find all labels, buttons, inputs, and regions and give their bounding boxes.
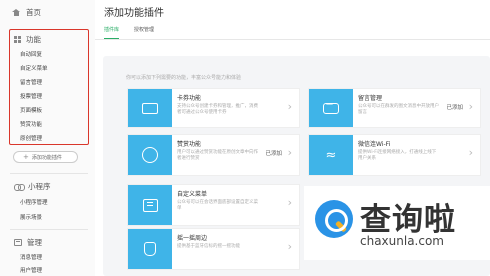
plugin-card-shake[interactable]: 摇一摇周边 提供基于蓝牙信标的摇一摇功能 › <box>127 228 300 270</box>
plugin-card-custom-menu[interactable]: 自定义菜单 公众号可以在会话界面底部设置自定义菜单 › <box>127 184 300 226</box>
sidebar-item-home[interactable]: 首页 <box>12 7 41 18</box>
sidebar-group-features[interactable]: 功能 <box>14 34 41 45</box>
plugin-card-comments[interactable]: 留言管理 公众号可以在群发的图文消息中开放用户留言 已添加 › <box>308 88 481 128</box>
sidebar-group-manage[interactable]: 管理 <box>14 237 42 248</box>
plugin-card-coupons[interactable]: 卡券功能 支持公众号创建卡券和管理，推广，消费者可通过公众号使用卡券 › <box>127 88 300 128</box>
chevron-right-icon: › <box>287 100 292 113</box>
manage-icon <box>14 239 22 246</box>
card-body: 自定义菜单 公众号可以在会话界面底部设置自定义菜单 › <box>172 185 299 225</box>
card-thumb <box>128 89 172 127</box>
wallet-icon <box>142 102 158 114</box>
tab-plugin-library[interactable]: 插件库 <box>104 23 120 39</box>
card-desc: 提供基于蓝牙信标的摇一摇功能 <box>177 244 240 249</box>
sidebar-group-label: 功能 <box>26 35 41 44</box>
sidebar-item-users[interactable]: 用户管理 <box>20 266 42 274</box>
chevron-right-icon: › <box>468 100 473 113</box>
card-thumb <box>128 135 172 175</box>
plus-icon: + <box>23 153 29 161</box>
wifi-icon: ≈ <box>325 147 337 163</box>
sidebar-item-page-templates[interactable]: 页面模板 <box>20 106 42 114</box>
sidebar-item-auto-reply[interactable]: 自动回复 <box>20 50 42 58</box>
sidebar-item-miniprogram-manage[interactable]: 小程序管理 <box>20 198 48 206</box>
card-title: 摇一摇周边 <box>177 235 208 242</box>
card-thumb <box>128 185 172 225</box>
sidebar-item-voting[interactable]: 投票管理 <box>20 92 42 100</box>
card-body: 微信连Wi-Fi 提供Wi-Fi连接网络接入，打通线上线下用户关系 › <box>353 135 480 175</box>
card-thumb: ≈ <box>309 135 353 175</box>
card-body: 赞赏功能 用户可以通过赞赏功能在原创文章中向作者进行赞赏 已添加 › <box>172 135 299 175</box>
coin-icon <box>142 147 158 163</box>
sidebar-group-label: 管理 <box>27 238 42 247</box>
card-title: 赞赏功能 <box>177 141 202 148</box>
chevron-right-icon: › <box>287 240 292 253</box>
card-added-status: 已添加 <box>265 151 282 157</box>
card-desc: 支持公众号创建卡券和管理，推广，消费者可通过公众号使用卡券 <box>177 104 258 115</box>
sidebar-group-miniprogram[interactable]: 小程序 <box>14 181 51 192</box>
tab-bar: 插件库 授权管理 <box>104 23 154 39</box>
grid-icon <box>14 36 21 43</box>
card-body: 留言管理 公众号可以在群发的图文消息中开放用户留言 已添加 › <box>353 89 480 127</box>
watermark-url: chaxunla.com <box>360 234 444 248</box>
add-plugin-label: 添加功能插件 <box>31 154 62 161</box>
sidebar-divider <box>10 229 88 230</box>
chevron-right-icon: › <box>287 196 292 209</box>
plugin-card-appreciation[interactable]: 赞赏功能 用户可以通过赞赏功能在原创文章中向作者进行赞赏 已添加 › <box>127 134 300 176</box>
home-icon <box>12 9 20 16</box>
plugin-hint: 你可以添加下列需要的功能，丰富公众号能力和体验 <box>126 75 242 81</box>
add-plugin-button[interactable]: + 添加功能插件 <box>13 151 78 163</box>
sidebar-item-original[interactable]: 原创管理 <box>20 134 42 142</box>
watermark-text: 查询啦 <box>360 202 456 238</box>
sidebar-item-comments[interactable]: 留言管理 <box>20 78 42 86</box>
plugin-card-wifi[interactable]: ≈ 微信连Wi-Fi 提供Wi-Fi连接网络接入，打通线上线下用户关系 › <box>308 134 481 176</box>
card-body: 摇一摇周边 提供基于蓝牙信标的摇一摇功能 › <box>172 229 299 269</box>
sidebar: 首页 功能 自动回复 自定义菜单 留言管理 投票管理 页面模板 赞赏功能 原创管… <box>0 0 95 276</box>
chevron-right-icon: › <box>287 146 292 159</box>
card-title: 微信连Wi-Fi <box>358 141 391 148</box>
menu-icon <box>142 198 158 212</box>
sidebar-item-label: 首页 <box>26 8 41 17</box>
card-desc: 用户可以通过赞赏功能在原创文章中向作者进行赞赏 <box>177 150 258 161</box>
watermark: 查询啦 chaxunla.com <box>304 186 490 260</box>
search-logo-icon <box>315 200 353 238</box>
link-icon <box>14 183 25 191</box>
card-title: 卡券功能 <box>177 95 202 102</box>
sidebar-item-appreciation[interactable]: 赞赏功能 <box>20 120 42 128</box>
card-title: 自定义菜单 <box>177 191 208 198</box>
chat-icon <box>323 100 339 114</box>
sidebar-group-label: 小程序 <box>28 182 51 191</box>
chevron-right-icon: › <box>468 146 473 159</box>
card-thumb <box>309 89 353 127</box>
card-desc: 公众号可以在会话界面底部设置自定义菜单 <box>177 200 258 211</box>
tab-authorization[interactable]: 授权管理 <box>134 23 154 39</box>
card-thumb <box>128 229 172 269</box>
hand-icon <box>144 242 156 256</box>
sidebar-item-custom-menu[interactable]: 自定义菜单 <box>20 64 48 72</box>
card-body: 卡券功能 支持公众号创建卡券和管理，推广，消费者可通过公众号使用卡券 › <box>172 89 299 127</box>
card-desc: 公众号可以在群发的图文消息中开放用户留言 <box>358 104 439 115</box>
page-title: 添加功能插件 <box>104 8 164 19</box>
card-added-status: 已添加 <box>446 105 463 111</box>
card-desc: 提供Wi-Fi连接网络接入，打通线上线下用户关系 <box>358 150 437 161</box>
tab-divider <box>95 39 490 40</box>
sidebar-item-messages[interactable]: 消息管理 <box>20 253 42 261</box>
sidebar-item-display-scene[interactable]: 展示场景 <box>20 213 42 221</box>
card-title: 留言管理 <box>358 95 383 102</box>
sidebar-divider <box>10 173 88 174</box>
